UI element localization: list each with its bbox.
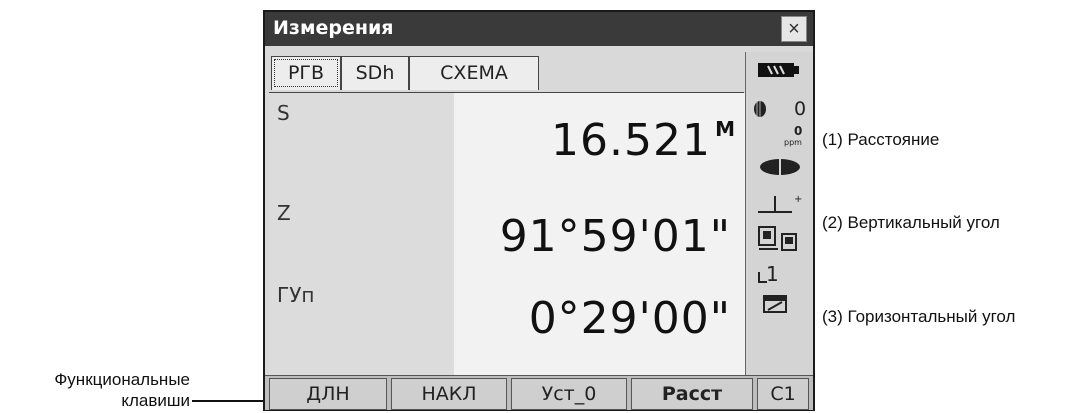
tab-sdh[interactable]: SDh: [341, 56, 409, 90]
ppm-value: 0: [794, 124, 803, 138]
input-mode-icon: [763, 295, 787, 313]
annotation-horizontal-angle: (3) Горизонтальный угол: [822, 307, 1016, 326]
vertical-angle-value: 91°59'01": [499, 211, 731, 262]
close-button[interactable]: ×: [781, 16, 807, 42]
annotation-distance: (1) Расстояние: [822, 130, 940, 149]
function-keys-bar: ДЛН НАКЛ Уст_0 Расст C1: [265, 375, 813, 410]
bluetooth-device-icon: [758, 226, 797, 251]
function-keys-leader-line: [192, 400, 263, 402]
svg-text:+: +: [794, 194, 802, 205]
title-bar: Измерения ×: [265, 12, 813, 46]
annotation-fn-line2: клавиши: [121, 391, 190, 410]
fn-key-nakl[interactable]: НАКЛ: [391, 378, 507, 410]
battery-icon: [758, 63, 799, 77]
annotation-vertical-angle: (2) Вертикальный угол: [822, 213, 1000, 232]
tab-rgv[interactable]: РГВ: [271, 56, 341, 90]
fn-key-dln[interactable]: ДЛН: [269, 378, 387, 410]
distance-value: 16.521: [551, 115, 711, 166]
measurement-panel: S 16.521 M Z 91°59'01" ГУп 0°29'00": [269, 93, 745, 375]
distance-label: S: [277, 101, 290, 125]
channel-bracket-icon: [758, 272, 767, 283]
ppm-unit: ppm: [784, 138, 802, 147]
fn-key-ust0[interactable]: Уст_0: [511, 378, 627, 410]
fn-key-rasst[interactable]: Расст: [631, 378, 753, 410]
vertical-angle-label: Z: [277, 201, 291, 225]
horizontal-angle-value: 0°29'00": [528, 293, 731, 344]
horizontal-angle-label: ГУп: [277, 283, 315, 307]
prism-constant: 0: [794, 98, 807, 120]
tilt-icon: +: [758, 194, 802, 213]
annotation-fn-line1: Функциональные: [54, 370, 190, 389]
fn-key-c1[interactable]: C1: [757, 378, 809, 410]
laser-target-icon: [760, 158, 800, 176]
distance-unit: M: [715, 117, 735, 141]
annotation-function-keys: Функциональные клавиши: [0, 369, 190, 411]
prism-icon: [754, 101, 766, 117]
measurement-screen: Измерения × РГВ SDh СХЕМА S 16.521 M Z 9…: [263, 10, 815, 411]
window-title: Измерения: [273, 17, 394, 39]
status-strip: 0 0 ppm + 1: [745, 52, 813, 375]
tab-scheme[interactable]: СХЕМА: [409, 56, 539, 90]
